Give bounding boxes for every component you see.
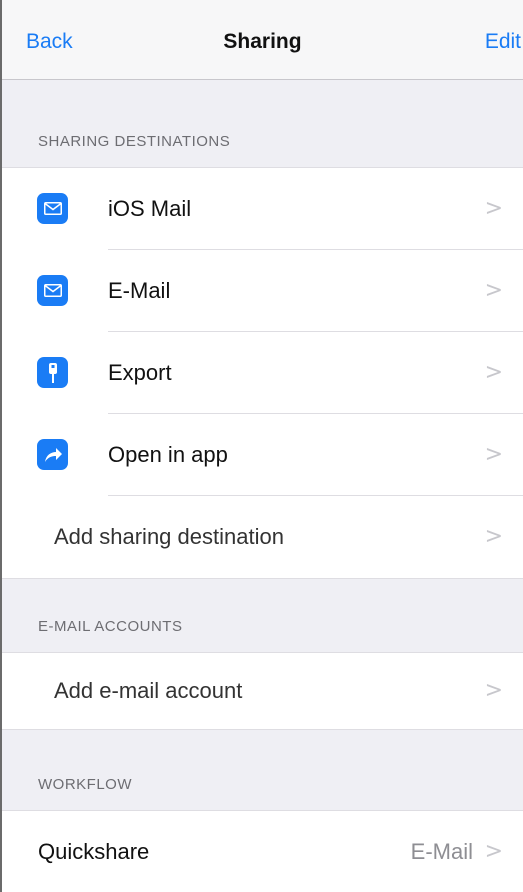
chevron-right-icon: > — [484, 442, 503, 467]
mail-icon — [37, 193, 68, 224]
sharing-destination-email[interactable]: E-Mail > — [2, 250, 523, 332]
email-accounts-list: Add e-mail account > — [2, 652, 523, 730]
workflow-quickshare[interactable]: Quickshare E-Mail > — [2, 811, 523, 892]
usb-cable-icon — [37, 357, 68, 388]
chevron-right-icon: > — [484, 524, 503, 549]
page-title: Sharing — [223, 30, 302, 53]
sharing-destination-open-in-app[interactable]: Open in app > — [2, 414, 523, 496]
add-email-account-button[interactable]: Add e-mail account > — [2, 653, 523, 729]
navigation-bar: Back Sharing Edit — [2, 0, 523, 80]
chevron-right-icon: > — [484, 278, 503, 303]
sharing-destination-ios-mail[interactable]: iOS Mail > — [2, 168, 523, 250]
add-sharing-destination-button[interactable]: Add sharing destination > — [2, 496, 523, 578]
edit-button[interactable]: Edit — [485, 30, 521, 54]
chevron-right-icon: > — [484, 360, 503, 385]
section-header-email-accounts: E-MAIL ACCOUNTS — [38, 618, 183, 635]
chevron-right-icon: > — [484, 196, 503, 221]
sharing-destination-export[interactable]: Export > — [2, 332, 523, 414]
section-header-sharing-destinations: SHARING DESTINATIONS — [38, 133, 231, 150]
list-item-label: iOS Mail — [108, 196, 192, 221]
chevron-right-icon: > — [484, 839, 503, 864]
share-arrow-icon — [37, 439, 68, 470]
list-item-label: Export — [108, 360, 172, 385]
chevron-right-icon: > — [484, 678, 503, 703]
section-header-workflow: WORKFLOW — [38, 776, 132, 793]
mail-icon — [37, 275, 68, 306]
sharing-destinations-list: iOS Mail > E-Mail > Export > Open in app… — [2, 167, 523, 579]
list-item-value: E-Mail — [410, 839, 473, 864]
add-email-account-label: Add e-mail account — [54, 678, 243, 703]
list-item-label: Open in app — [108, 442, 228, 467]
list-item-label: Quickshare — [38, 839, 150, 864]
workflow-list: Quickshare E-Mail > — [2, 810, 523, 892]
add-sharing-destination-label: Add sharing destination — [54, 524, 284, 549]
list-item-label: E-Mail — [108, 278, 171, 303]
